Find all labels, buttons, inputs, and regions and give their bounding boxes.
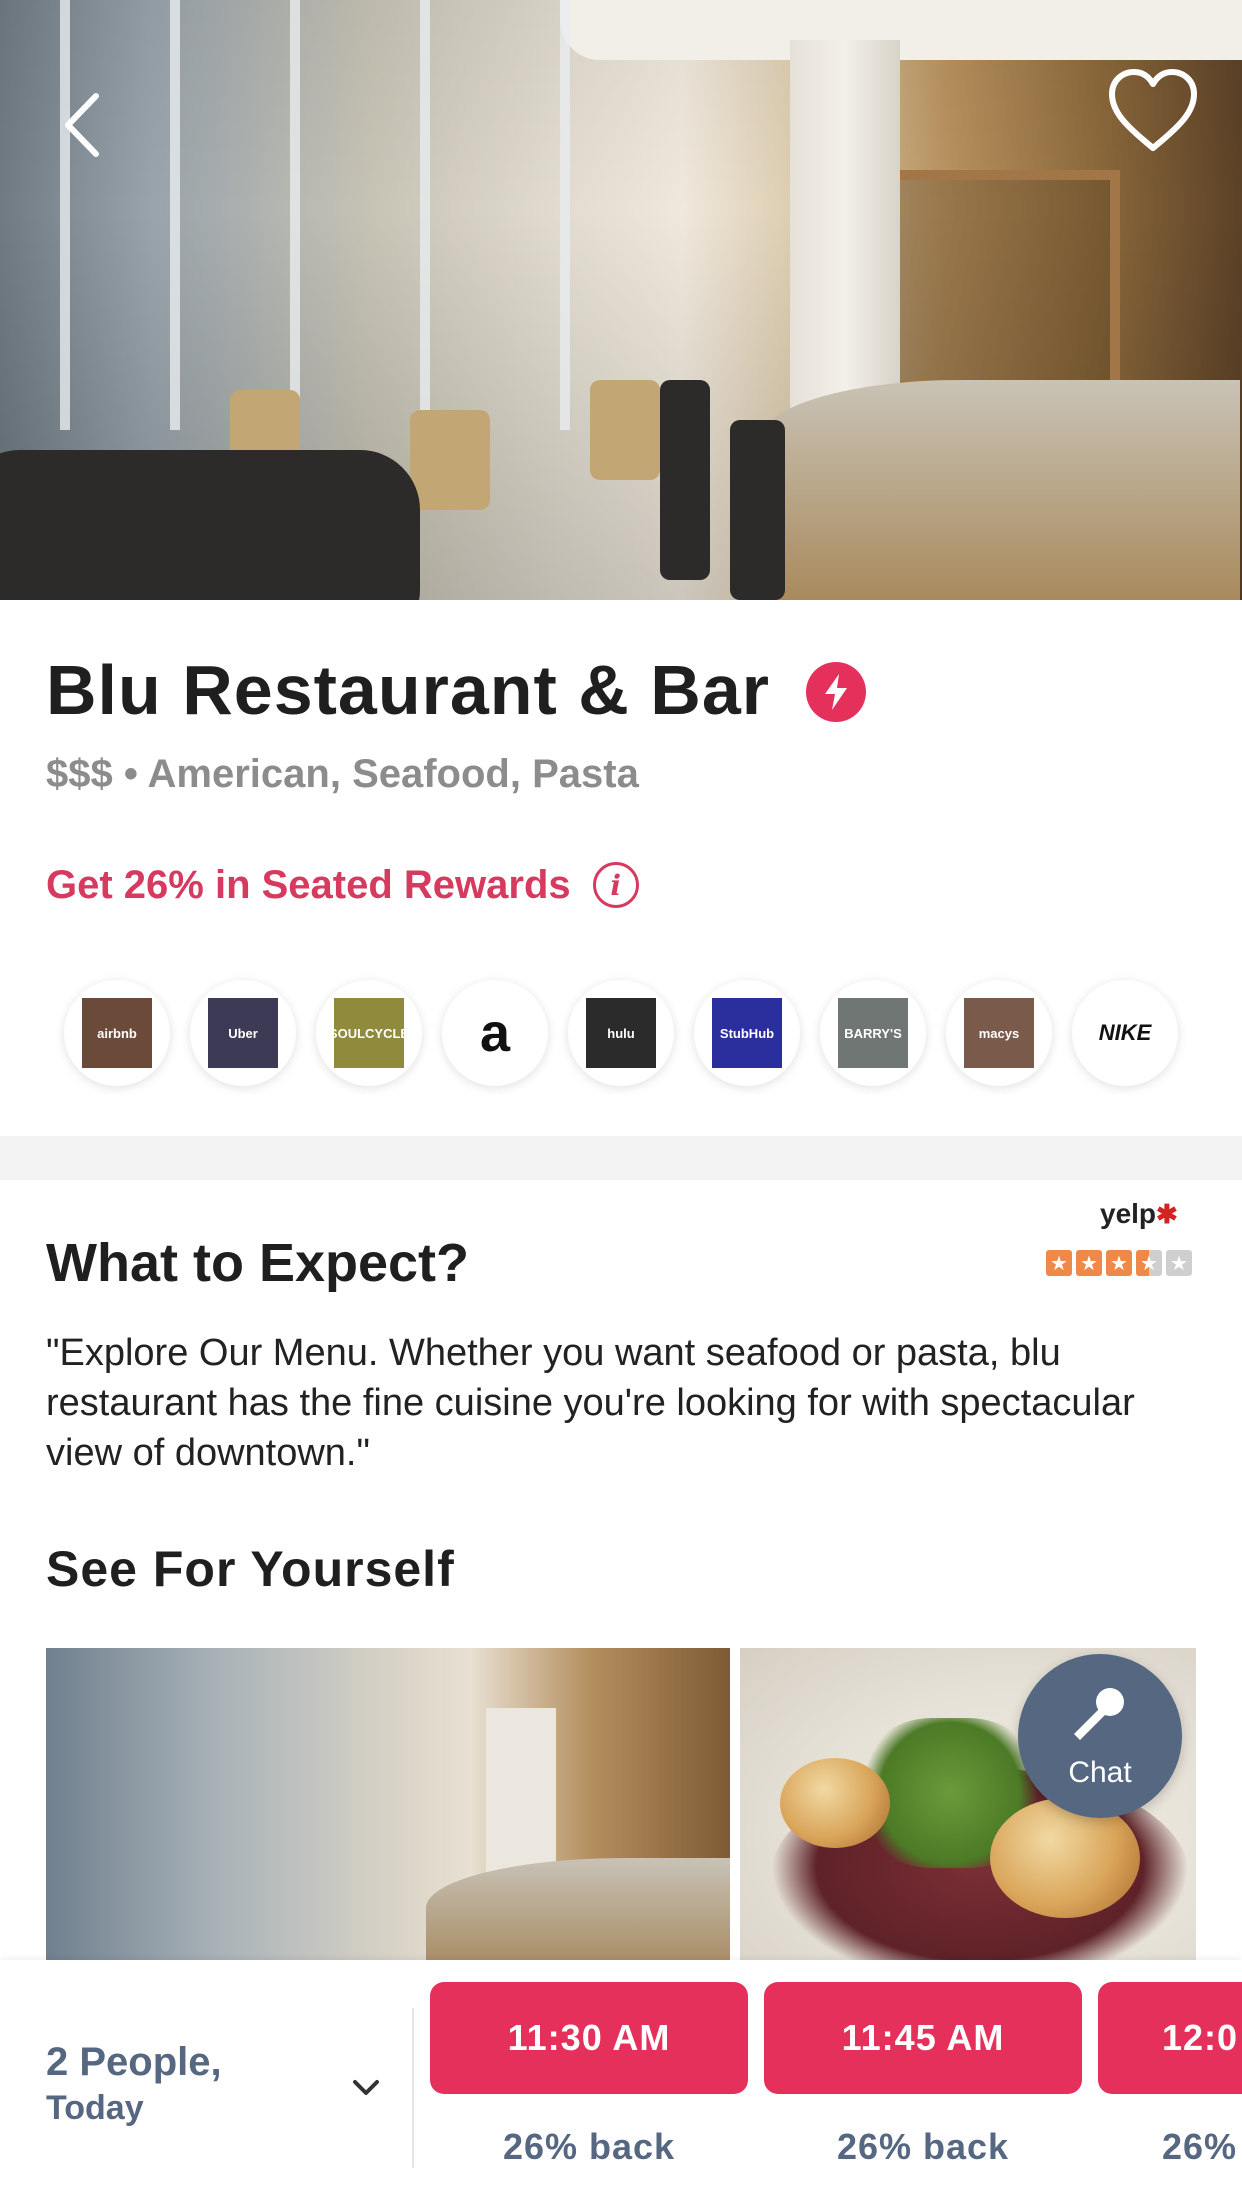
- partner-logo-stubhub[interactable]: StubHub: [694, 980, 800, 1086]
- section-divider: [0, 1136, 1242, 1180]
- window-mullion: [560, 0, 570, 430]
- partner-logo-uber[interactable]: Uber: [190, 980, 296, 1086]
- time-slot-reward: 26% back: [836, 2126, 1010, 2167]
- party-size: 2 People,: [46, 2040, 222, 2084]
- party-selector[interactable]: 2 People, Today: [46, 2040, 376, 2128]
- expect-title: What to Expect?: [46, 1233, 470, 1293]
- booking-bar: 2 People, Today 11:30 AM 26% back 11:45 …: [0, 1960, 1242, 2208]
- gallery-title: See For Yourself: [46, 1541, 455, 1597]
- macys-logo: macys: [964, 998, 1034, 1068]
- window-mullion: [290, 0, 300, 430]
- rewards-text: Get 26% in Seated Rewards: [46, 862, 571, 907]
- lightning-icon: [825, 674, 847, 710]
- yelp-burst-icon: ✱: [1156, 1199, 1178, 1229]
- gallery-photo-interior[interactable]: [46, 1648, 730, 1960]
- amazon-logo: a: [460, 998, 530, 1068]
- chair: [590, 380, 660, 480]
- restaurant-name: Blu Restaurant & Bar: [46, 651, 771, 729]
- time-slot-button[interactable]: 11:30 AM: [430, 1982, 748, 2094]
- chat-label: Chat: [1068, 1756, 1132, 1789]
- bar-stool: [660, 380, 710, 580]
- partner-logo-soulcycle[interactable]: SOULCYCLE: [316, 980, 422, 1086]
- star-icon: ★: [1136, 1250, 1162, 1276]
- hulu-logo: hulu: [586, 998, 656, 1068]
- stubhub-logo: StubHub: [712, 998, 782, 1068]
- partner-logo-hulu[interactable]: hulu: [568, 980, 674, 1086]
- time-slot-reward: 26%: [1162, 2126, 1238, 2167]
- yelp-rating: ★ ★ ★ ★ ★: [1046, 1250, 1192, 1276]
- hero-ceiling: [560, 0, 1242, 60]
- bar-shelf: [880, 170, 1120, 390]
- soulcycle-logo: SOULCYCLE: [329, 998, 409, 1068]
- nike-logo: NIKE: [1090, 998, 1160, 1068]
- star-icon: ★: [1106, 1250, 1132, 1276]
- microphone-icon: [1074, 1688, 1124, 1740]
- chevron-down-icon[interactable]: [352, 2078, 380, 2098]
- window-mullion: [170, 0, 180, 430]
- partner-logo-barrys[interactable]: BARRY'S: [820, 980, 926, 1086]
- heart-icon: [1109, 69, 1197, 151]
- partner-logo-nike[interactable]: NIKE: [1072, 980, 1178, 1086]
- photo-counter: [426, 1858, 730, 1960]
- time-slot-button[interactable]: 12:0: [1098, 1982, 1242, 2094]
- partner-logo-amazon[interactable]: a: [442, 980, 548, 1086]
- star-icon: ★: [1076, 1250, 1102, 1276]
- favorite-button[interactable]: [1106, 64, 1200, 158]
- restaurant-meta: $$$ • American, Seafood, Pasta: [46, 752, 639, 797]
- bar-stool: [730, 420, 785, 600]
- time-slot-button[interactable]: 11:45 AM: [764, 1982, 1082, 2094]
- hero-photo: [0, 0, 1242, 600]
- bar-counter: [760, 380, 1240, 600]
- partner-logo-airbnb[interactable]: airbnb: [64, 980, 170, 1086]
- uber-logo: Uber: [208, 998, 278, 1068]
- cuisines: American, Seafood, Pasta: [147, 752, 639, 796]
- photo-scallop: [780, 1758, 890, 1848]
- rewards-row[interactable]: Get 26% in Seated Rewards i: [46, 862, 639, 908]
- meta-separator: •: [123, 752, 138, 796]
- yelp-logo: yelp✱: [1100, 1198, 1178, 1230]
- foreground-chair: [0, 450, 420, 600]
- airbnb-logo: airbnb: [82, 998, 152, 1068]
- partner-logo-macys[interactable]: macys: [946, 980, 1052, 1086]
- window-mullion: [60, 0, 70, 430]
- partner-logos: airbnb Uber SOULCYCLE a hulu StubHub BARRY'S ma…: [46, 968, 1196, 1098]
- party-date: Today: [46, 2089, 144, 2127]
- lightning-badge: [806, 662, 866, 722]
- yelp-logo-text: yelp: [1100, 1198, 1157, 1229]
- window-mullion: [420, 0, 430, 430]
- booking-separator: [412, 2008, 414, 2168]
- chevron-left-icon: [65, 93, 99, 157]
- barrys-logo: BARRY'S: [838, 998, 908, 1068]
- time-slot-reward: 26% back: [502, 2126, 676, 2167]
- info-icon[interactable]: i: [592, 862, 639, 908]
- back-button[interactable]: [60, 90, 110, 160]
- price-level: $$$: [46, 752, 113, 796]
- chair: [410, 410, 490, 510]
- star-icon: ★: [1046, 1250, 1072, 1276]
- chat-button[interactable]: Chat: [1018, 1654, 1182, 1818]
- expect-description: "Explore Our Menu. Whether you want seaf…: [46, 1332, 1135, 1474]
- star-icon: ★: [1166, 1250, 1192, 1276]
